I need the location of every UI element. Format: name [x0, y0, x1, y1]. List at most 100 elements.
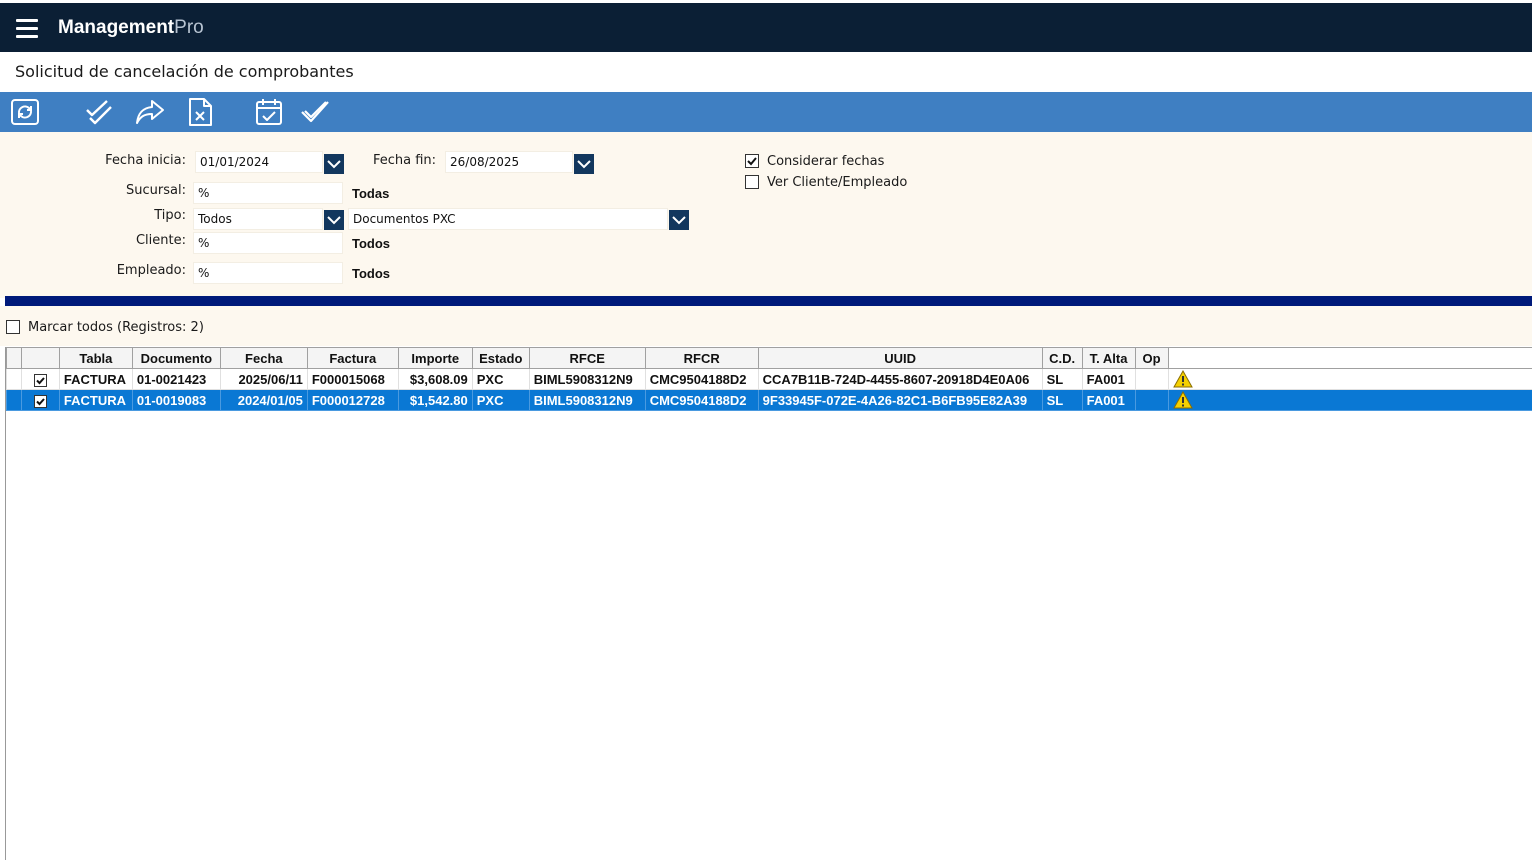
cell-rfce: BIML5908312N9 [528, 368, 646, 390]
table-row[interactable]: FACTURA 01-0021423 2025/06/11 F000015068… [6, 368, 1532, 390]
checkmark-icon [36, 397, 45, 405]
page-title: Solicitud de cancelación de comprobantes [15, 62, 354, 81]
column-header-uuid[interactable]: UUID [757, 347, 1043, 369]
tipo-label: Tipo: [154, 208, 186, 223]
tipo-documento-select[interactable]: Documentos PXC [348, 208, 668, 230]
row-indicator [6, 368, 22, 390]
ver-cliente-empleado-label: Ver Cliente/Empleado [767, 175, 908, 190]
row-checkbox[interactable] [33, 373, 47, 387]
warning-icon[interactable] [1172, 391, 1528, 409]
column-header-rfce[interactable]: RFCE [528, 347, 646, 369]
column-header-cd[interactable]: C.D. [1041, 347, 1083, 369]
sucursal-input[interactable]: % [193, 182, 343, 204]
cell-rfce: BIML5908312N9 [528, 389, 646, 411]
approve-all-button[interactable] [83, 96, 115, 128]
cell-documento: 01-0021423 [131, 368, 221, 390]
cell-warning[interactable] [1167, 368, 1532, 390]
cell-uuid: CCA7B11B-724D-4455-8607-20918D4E0A06 [757, 368, 1043, 390]
cliente-input[interactable]: % [193, 232, 343, 254]
cell-importe: $3,608.09 [397, 368, 473, 390]
cell-cd: SL [1041, 389, 1083, 411]
fecha-fin-input[interactable]: 26/08/2025 [445, 151, 573, 173]
column-header-estado[interactable]: Estado [471, 347, 530, 369]
cell-tabla: FACTURA [58, 368, 133, 390]
cell-rfcr: CMC9504188D2 [644, 389, 759, 411]
column-header-check [20, 347, 60, 369]
fecha-fin-label: Fecha fin: [372, 153, 436, 168]
mark-all-bar: Marcar todos (Registros: 2) [0, 306, 1532, 346]
section-divider [5, 296, 1532, 306]
fecha-inicia-label: Fecha inicia: [105, 153, 186, 168]
forward-arrow-icon [136, 100, 164, 124]
confirm-button[interactable] [299, 96, 331, 128]
row-select-cell[interactable] [20, 368, 60, 390]
cell-fecha: 2024/01/05 [219, 389, 308, 411]
brand-logo: ManagementPro [58, 17, 204, 38]
cell-talta: FA001 [1081, 389, 1136, 411]
refresh-button[interactable] [9, 96, 41, 128]
cell-uuid: 9F33945F-072E-4A26-82C1-B6FB95E82A39 [757, 389, 1043, 411]
cell-documento: 01-0019083 [131, 389, 221, 411]
fecha-inicia-input[interactable]: 01/01/2024 [195, 151, 323, 173]
results-table: Tabla Documento Fecha Factura Importe Es… [6, 347, 1532, 411]
sucursal-description: Todas [352, 186, 390, 201]
filter-panel: Fecha inicia: 01/01/2024 Fecha fin: 26/0… [0, 132, 1532, 298]
top-bar: ManagementPro [0, 0, 1532, 52]
cell-warning[interactable] [1167, 389, 1532, 411]
column-header-op[interactable]: Op [1134, 347, 1169, 369]
cell-estado: PXC [471, 389, 530, 411]
column-header-importe[interactable]: Importe [397, 347, 473, 369]
cell-talta: FA001 [1081, 368, 1136, 390]
cell-estado: PXC [471, 368, 530, 390]
row-indicator [6, 389, 22, 411]
checkmark-icon [747, 157, 757, 166]
sucursal-label: Sucursal: [126, 183, 186, 198]
mark-all-checkbox[interactable] [6, 320, 20, 334]
cell-importe: $1,542.80 [397, 389, 473, 411]
cell-factura: F000012728 [306, 389, 399, 411]
empleado-input[interactable]: % [193, 262, 343, 284]
cell-tabla: FACTURA [58, 389, 133, 411]
tipo-select[interactable]: Todos [193, 208, 323, 230]
toolbar [0, 92, 1532, 132]
cell-rfcr: CMC9504188D2 [644, 368, 759, 390]
cell-op [1134, 368, 1169, 390]
forward-button[interactable] [134, 96, 166, 128]
chevron-down-icon [577, 160, 591, 169]
calendar-check-icon [256, 99, 282, 125]
cell-factura: F000015068 [306, 368, 399, 390]
column-header-row-indicator [6, 347, 22, 369]
double-check-icon [86, 100, 112, 125]
column-header-talta[interactable]: T. Alta [1081, 347, 1136, 369]
column-header-documento[interactable]: Documento [131, 347, 221, 369]
cancel-document-button[interactable] [184, 96, 216, 128]
column-header-tabla[interactable]: Tabla [58, 347, 133, 369]
empleado-label: Empleado: [116, 263, 186, 278]
cell-fecha: 2025/06/11 [219, 368, 308, 390]
results-grid: Tabla Documento Fecha Factura Importe Es… [5, 347, 1532, 860]
header-row: Tabla Documento Fecha Factura Importe Es… [6, 347, 1532, 369]
column-header-rfcr[interactable]: RFCR [644, 347, 759, 369]
fecha-fin-dropdown[interactable] [574, 154, 594, 174]
tipo-dropdown[interactable] [324, 210, 344, 230]
tipo-documento-dropdown[interactable] [669, 210, 689, 230]
schedule-button[interactable] [253, 96, 285, 128]
considerar-fechas-checkbox[interactable] [745, 154, 759, 168]
column-header-filler [1167, 347, 1532, 369]
check-icon [301, 101, 329, 123]
cliente-label: Cliente: [135, 233, 186, 248]
refresh-icon [11, 99, 39, 125]
table-row-selected[interactable]: FACTURA 01-0019083 2024/01/05 F000012728… [6, 389, 1532, 411]
chevron-down-icon [327, 216, 341, 225]
mark-all-label: Marcar todos (Registros: 2) [28, 320, 204, 335]
warning-icon[interactable] [1172, 370, 1528, 388]
row-select-cell[interactable] [20, 389, 60, 411]
column-header-fecha[interactable]: Fecha [219, 347, 308, 369]
ver-cliente-empleado-checkbox[interactable] [745, 175, 759, 189]
cell-op [1134, 389, 1169, 411]
row-checkbox[interactable] [33, 394, 47, 408]
hamburger-menu-icon[interactable] [16, 19, 38, 38]
cell-cd: SL [1041, 368, 1083, 390]
column-header-factura[interactable]: Factura [306, 347, 399, 369]
chevron-down-icon [672, 216, 686, 225]
